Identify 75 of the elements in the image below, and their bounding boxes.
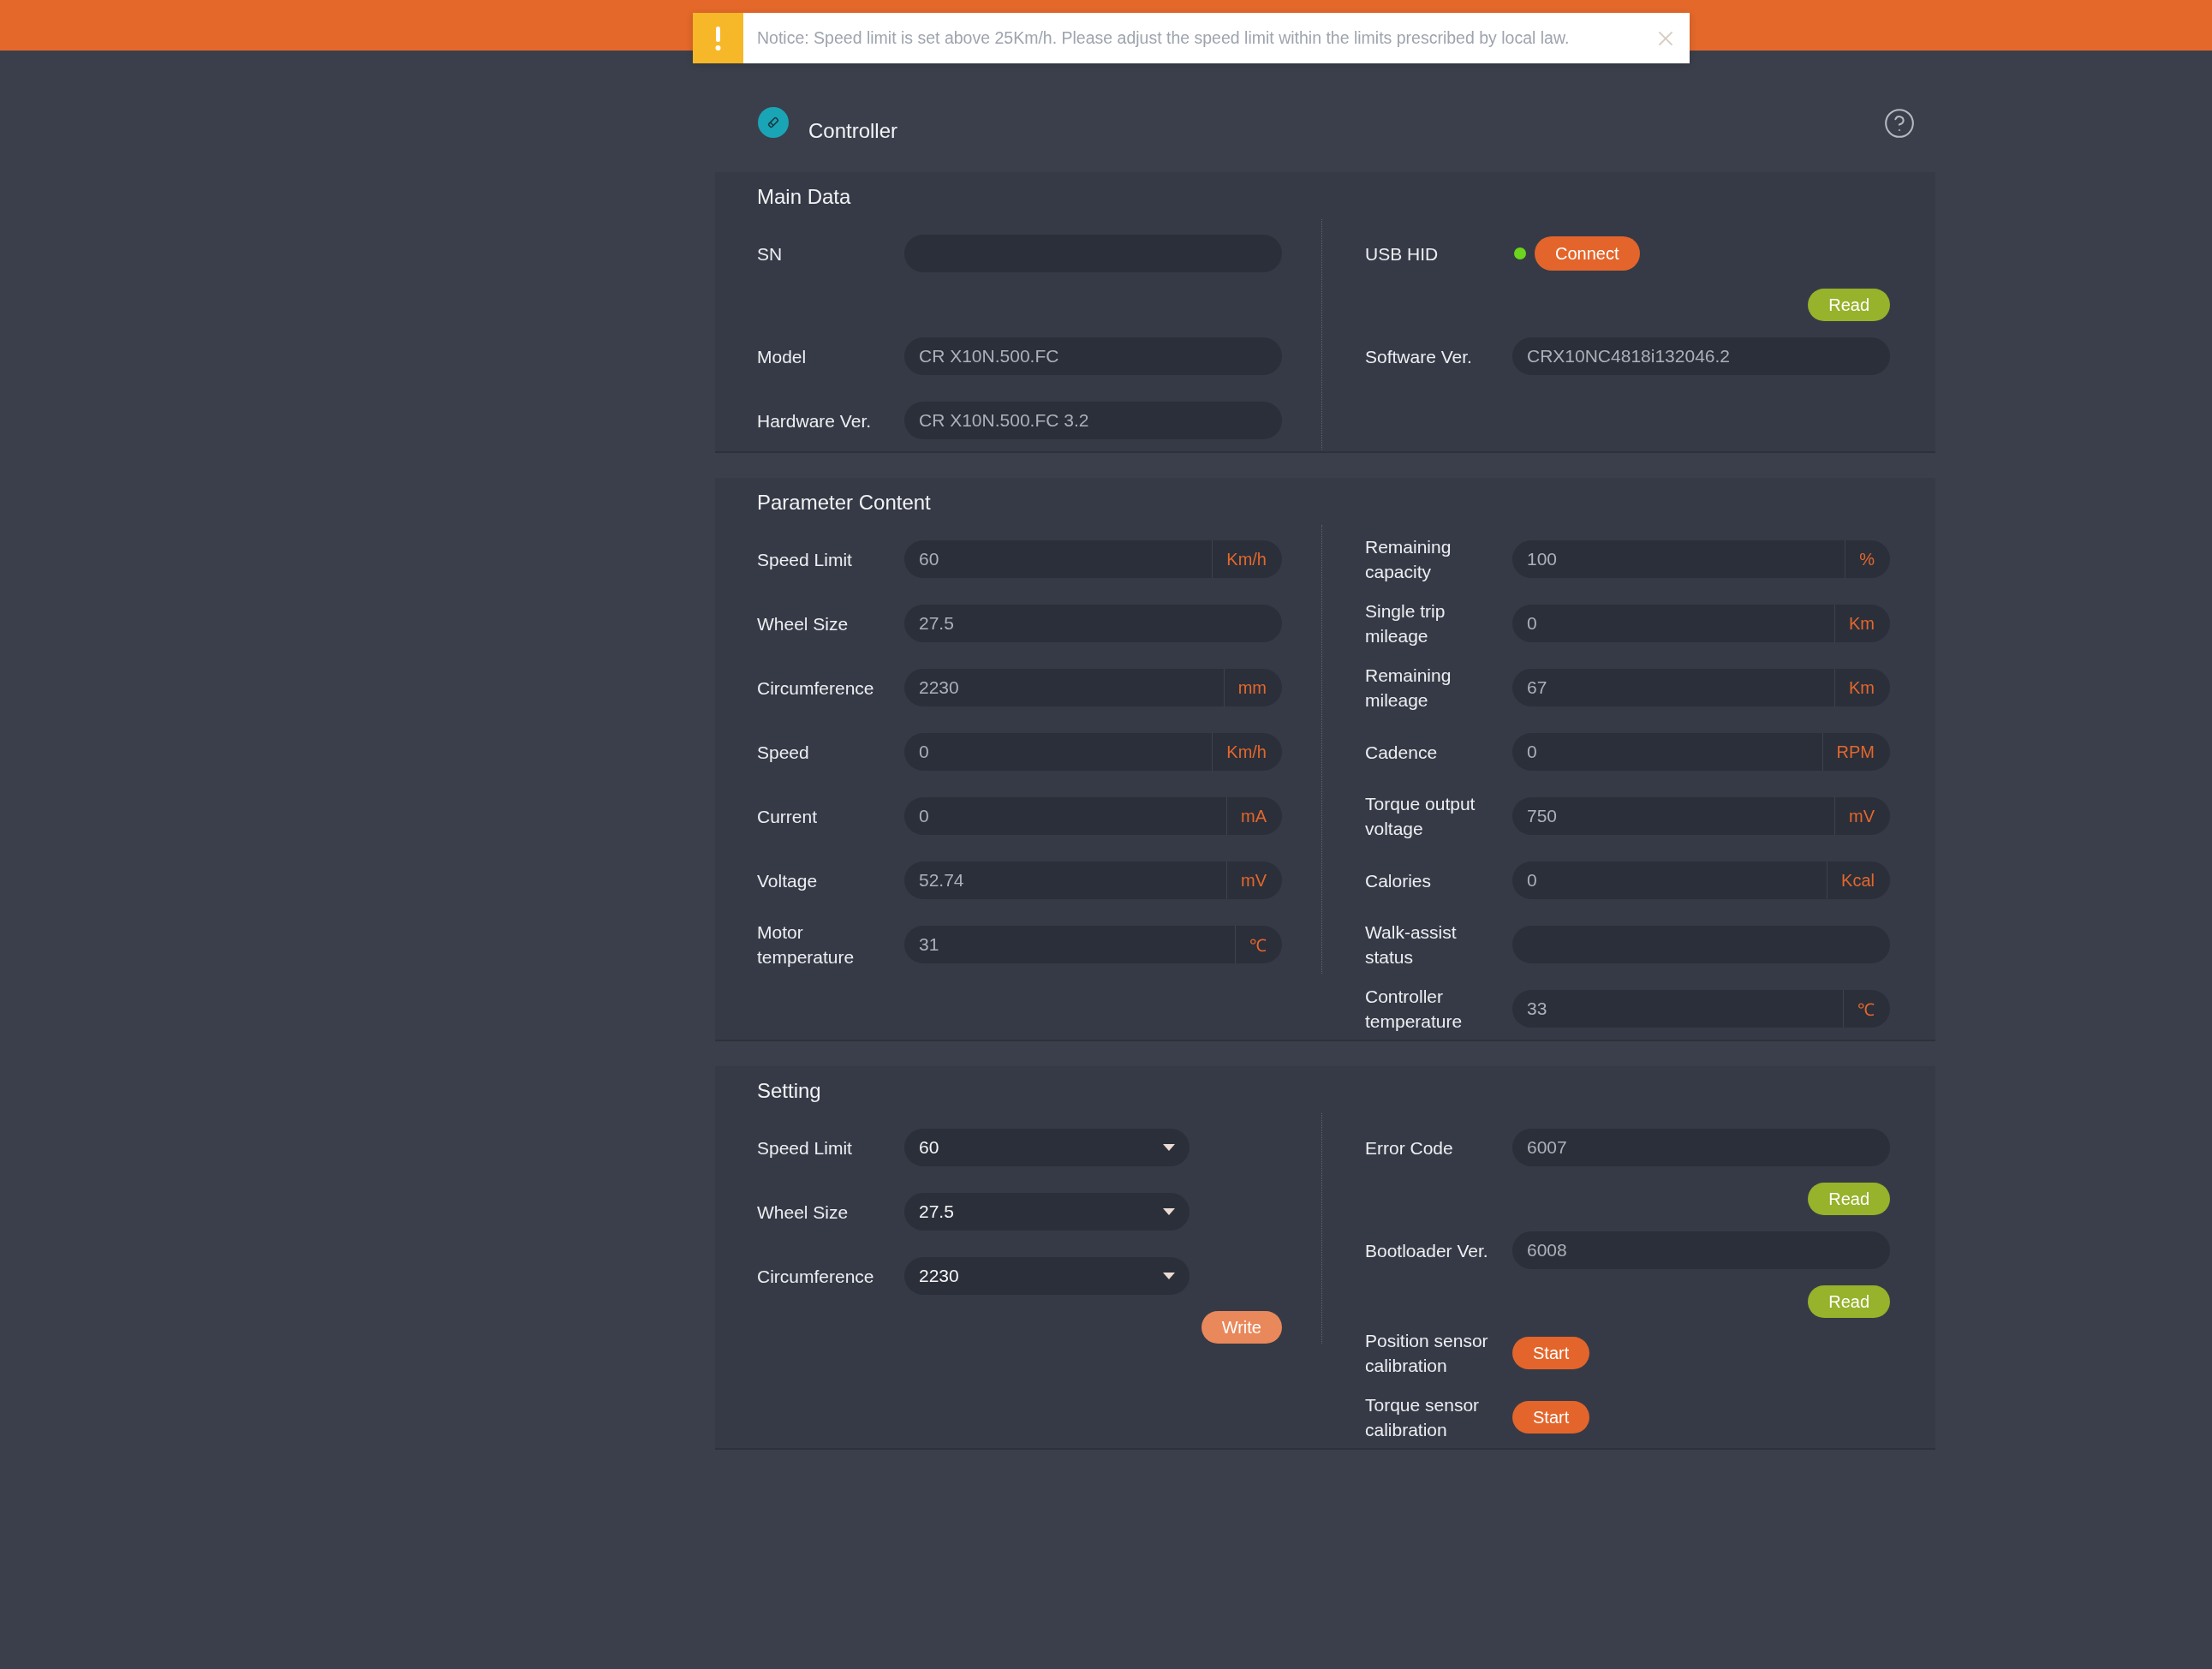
input-field[interactable]: 6007 bbox=[1512, 1129, 1890, 1166]
field-label: Torque output voltage bbox=[1365, 793, 1476, 840]
input-field[interactable]: 2230 mm bbox=[904, 669, 1282, 706]
field-label: Motor temperature bbox=[757, 921, 856, 969]
input-field[interactable]: CR X10N.500.FC 3.2 bbox=[904, 402, 1282, 439]
start-button[interactable]: Start bbox=[1512, 1337, 1590, 1369]
notice-text: Notice: Speed limit is set above 25Km/h. Please adjust the speed limit within the limits prescribed by local law. bbox=[756, 28, 1571, 48]
field-label: SN bbox=[757, 242, 784, 265]
field-label: Hardware Ver. bbox=[757, 409, 873, 432]
dropdown[interactable]: 60 bbox=[904, 1129, 1189, 1166]
start-button[interactable]: Start bbox=[1512, 1401, 1590, 1434]
unit-label: ℃ bbox=[1235, 926, 1282, 963]
input-field[interactable]: 0 Km/h bbox=[904, 733, 1282, 771]
unit-label: Km bbox=[1834, 605, 1890, 642]
dropdown[interactable]: 27.5 bbox=[904, 1193, 1189, 1231]
eraser-icon bbox=[758, 107, 789, 138]
input-field[interactable]: CRX10NC4818i132046.2 bbox=[1512, 337, 1890, 375]
field-label: USB HID bbox=[1365, 242, 1440, 265]
unit-label: Kcal bbox=[1827, 861, 1890, 899]
field-label: Remaining mileage bbox=[1365, 665, 1452, 712]
section-title: Setting bbox=[757, 1078, 822, 1104]
unit-label: mA bbox=[1226, 797, 1282, 835]
field-label: Controller temperature bbox=[1365, 986, 1464, 1033]
field-label: Voltage bbox=[757, 869, 819, 892]
input-field[interactable]: 750 mV bbox=[1512, 797, 1890, 835]
field-label: Remaining capacity bbox=[1365, 536, 1452, 583]
field-label: Model bbox=[757, 345, 808, 368]
field-label: Wheel Size bbox=[757, 612, 850, 635]
field-label: Bootloader Ver. bbox=[1365, 1239, 1489, 1262]
dropdown[interactable]: 2230 bbox=[904, 1257, 1189, 1295]
field-label: Cadence bbox=[1365, 741, 1439, 764]
unit-label: mV bbox=[1834, 797, 1890, 835]
field-label: Position sensor calibration bbox=[1365, 1330, 1489, 1377]
input-field[interactable]: 27.5 bbox=[904, 605, 1282, 642]
unit-label: ℃ bbox=[1843, 990, 1890, 1028]
field-label: Error Code bbox=[1365, 1136, 1454, 1159]
field-label: Current bbox=[757, 805, 819, 828]
input-field[interactable]: 100 % bbox=[1512, 540, 1890, 578]
input-field[interactable]: 6008 bbox=[1512, 1231, 1890, 1269]
field-label: Speed Limit bbox=[757, 1136, 853, 1159]
input-field[interactable]: 52.74 mV bbox=[904, 861, 1282, 899]
unit-label: RPM bbox=[1821, 733, 1890, 771]
field-label: Speed bbox=[757, 741, 810, 764]
field-label: Single trip mileage bbox=[1365, 600, 1446, 647]
field-label: Torque sensor calibration bbox=[1365, 1394, 1481, 1441]
input-field[interactable]: 0 mA bbox=[904, 797, 1282, 835]
page-title: Controller bbox=[808, 118, 899, 144]
field-label: Speed Limit bbox=[757, 548, 853, 571]
unit-label: % bbox=[1845, 540, 1890, 578]
field-label: Software Ver. bbox=[1365, 345, 1473, 368]
field-label: Circumference bbox=[757, 677, 875, 700]
help-icon[interactable] bbox=[1883, 107, 1916, 140]
input-field[interactable]: 0 RPM bbox=[1512, 733, 1890, 771]
unit-label: Km/h bbox=[1212, 540, 1282, 578]
input-field[interactable]: 31 ℃ bbox=[904, 926, 1282, 963]
field-label: Walk-assist status bbox=[1365, 921, 1458, 969]
field-label: Calories bbox=[1365, 869, 1433, 892]
unit-label: mV bbox=[1226, 861, 1282, 899]
unit-label: Km/h bbox=[1212, 733, 1282, 771]
caret-icon bbox=[1163, 1273, 1175, 1279]
field-label: Wheel Size bbox=[757, 1201, 850, 1224]
unit-label: Km bbox=[1834, 669, 1890, 706]
input-field[interactable]: 67 Km bbox=[1512, 669, 1890, 706]
input-field[interactable]: 60 Km/h bbox=[904, 540, 1282, 578]
input-field[interactable]: 33 ℃ bbox=[1512, 990, 1890, 1028]
caret-icon bbox=[1163, 1208, 1175, 1215]
input-field[interactable]: 0 Km bbox=[1512, 605, 1890, 642]
input-field[interactable]: CR X10N.500.FC bbox=[904, 337, 1282, 375]
connect-button[interactable]: Connect bbox=[1535, 236, 1640, 271]
input-field[interactable]: 0 Kcal bbox=[1512, 861, 1890, 899]
section-title: Main Data bbox=[757, 184, 852, 210]
caret-icon bbox=[1163, 1144, 1175, 1151]
unit-label: mm bbox=[1223, 669, 1282, 706]
section-title: Parameter Content bbox=[757, 490, 932, 516]
field-label: Circumference bbox=[757, 1265, 875, 1288]
